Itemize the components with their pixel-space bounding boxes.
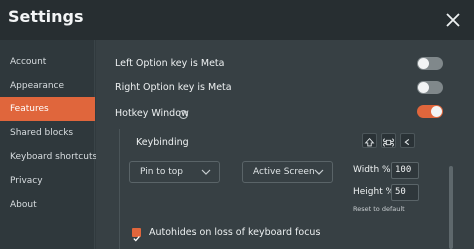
scrollbar[interactable]	[449, 166, 453, 249]
left-option-meta-label: Left Option key is Meta	[115, 58, 225, 69]
window-title: Settings	[8, 7, 84, 26]
screen-select-value: Active Screen	[253, 167, 315, 177]
toggle-knob	[431, 106, 442, 117]
sidebar-item-label: Account	[10, 57, 47, 67]
sidebar-item-label: Shared blocks	[10, 128, 74, 138]
reset-to-default-link[interactable]: Reset to default	[353, 205, 405, 213]
info-icon[interactable]: i	[179, 110, 188, 119]
sidebar-item-label: Privacy	[10, 176, 43, 186]
sidebar: Account Appearance Features Shared block…	[0, 40, 98, 249]
position-select-value: Pin to top	[140, 167, 183, 177]
right-option-meta-toggle[interactable]	[417, 81, 443, 94]
chevron-down-icon	[314, 169, 324, 175]
screen-select[interactable]: Active Screen	[242, 161, 333, 183]
sidebar-item-about[interactable]: About	[0, 193, 95, 217]
sidebar-item-shared-blocks[interactable]: Shared blocks	[0, 121, 95, 145]
sidebar-item-label: About	[10, 200, 37, 210]
right-option-meta-label: Right Option key is Meta	[115, 82, 232, 93]
sidebar-item-label: Appearance	[10, 81, 65, 91]
command-icon[interactable]	[381, 133, 396, 148]
width-label: Width %	[353, 165, 391, 175]
command-glyph	[383, 138, 394, 147]
toggle-knob	[418, 58, 429, 69]
sidebar-item-appearance[interactable]: Appearance	[0, 74, 95, 98]
hotkey-window-toggle[interactable]	[417, 105, 443, 118]
width-input[interactable]: 100	[391, 162, 419, 179]
autohide-label: Autohides on loss of keyboard focus	[149, 227, 321, 238]
position-select[interactable]: Pin to top	[129, 161, 220, 183]
left-option-meta-toggle[interactable]	[417, 57, 443, 70]
close-icon[interactable]	[443, 10, 463, 30]
sidebar-item-keyboard-shortcuts[interactable]: Keyboard shortcuts	[0, 145, 98, 169]
hotkey-window-label: Hotkey Window	[115, 108, 189, 119]
sidebar-item-label: Features	[10, 104, 49, 114]
checkmark-icon	[133, 235, 140, 242]
title-bar: Settings	[0, 0, 474, 40]
autohide-checkbox[interactable]	[132, 228, 141, 242]
chevron-down-icon	[201, 169, 211, 175]
sidebar-item-features[interactable]: Features	[0, 97, 95, 121]
shift-icon[interactable]	[362, 133, 377, 148]
height-input[interactable]: 50	[391, 184, 419, 201]
sidebar-item-account[interactable]: Account	[0, 50, 95, 74]
height-label: Height %	[353, 187, 395, 197]
key-less-than-icon[interactable]	[400, 133, 415, 148]
sidebar-item-privacy[interactable]: Privacy	[0, 169, 95, 193]
keybinding-label: Keybinding	[136, 137, 189, 148]
toggle-knob	[418, 82, 429, 93]
less-than-glyph	[404, 139, 410, 146]
shift-glyph	[364, 137, 375, 147]
sidebar-item-label: Keyboard shortcuts	[10, 152, 98, 162]
